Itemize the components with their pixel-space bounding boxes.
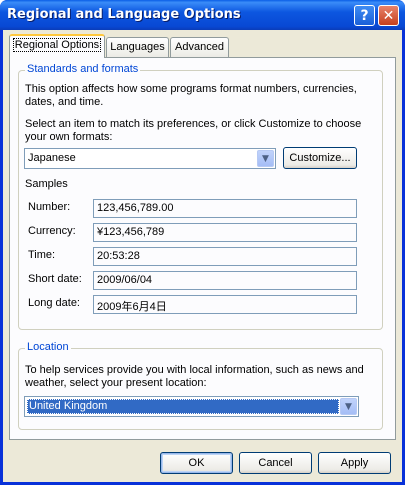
location-select[interactable]: United Kingdom ▼: [24, 396, 359, 417]
chevron-down-icon[interactable]: ▼: [340, 398, 357, 415]
standards-description-line1: This option affects how some programs fo…: [25, 83, 357, 95]
select-instruction-line1: Select an item to match its preferences,…: [25, 118, 362, 130]
dialog-window: Regional and Language Options ? ✕ Region…: [0, 0, 405, 485]
locale-select[interactable]: Japanese ▼: [24, 148, 276, 169]
standards-and-formats-group: Standards and formats This option affect…: [18, 63, 383, 330]
location-description-line1: To help services provide you with local …: [25, 364, 364, 376]
location-select-value: United Kingdom: [29, 400, 108, 412]
location-group: Location To help services provide you wi…: [18, 341, 383, 430]
samples-label: Samples: [25, 178, 68, 190]
apply-button[interactable]: Apply: [318, 452, 391, 474]
standards-legend: Standards and formats: [25, 63, 141, 75]
title-bar[interactable]: Regional and Language Options ? ✕: [0, 0, 405, 30]
close-button[interactable]: ✕: [378, 5, 399, 26]
sample-currency-label: Currency:: [28, 225, 76, 237]
window-title: Regional and Language Options: [7, 7, 241, 22]
standards-description-line2: dates, and time.: [25, 96, 104, 108]
tab-regional-options-label: Regional Options: [12, 38, 102, 52]
location-legend: Location: [25, 341, 71, 353]
tab-languages[interactable]: Languages: [106, 37, 169, 57]
chevron-down-icon[interactable]: ▼: [257, 150, 274, 167]
sample-currency-value: ¥123,456,789: [93, 223, 357, 242]
cancel-button[interactable]: Cancel: [239, 452, 312, 474]
tab-regional-options[interactable]: Regional Options: [9, 34, 105, 58]
sample-long-date-label: Long date:: [28, 297, 80, 309]
sample-number-label: Number:: [28, 201, 71, 213]
select-instruction-line2: your own formats:: [25, 131, 113, 143]
sample-time-label: Time:: [28, 249, 56, 261]
sample-number-value: 123,456,789.00: [93, 199, 357, 218]
tab-panel-regional-options: Standards and formats This option affect…: [9, 57, 396, 440]
sample-time-value: 20:53:28: [93, 247, 357, 266]
sample-short-date-value: 2009/06/04: [93, 271, 357, 290]
customize-button[interactable]: Customize...: [283, 147, 357, 169]
sample-short-date-label: Short date:: [28, 273, 82, 285]
tab-advanced-label: Advanced: [175, 41, 224, 53]
location-description-line2: weather, select your present location:: [25, 377, 207, 389]
tab-languages-label: Languages: [110, 41, 165, 53]
ok-button[interactable]: OK: [160, 452, 233, 474]
sample-long-date-value: 2009年6月4日: [93, 295, 357, 314]
dialog-client-area: Regional Options Languages Advanced Stan…: [3, 30, 402, 482]
tab-advanced[interactable]: Advanced: [170, 37, 229, 57]
help-button[interactable]: ?: [354, 5, 375, 26]
locale-select-value: Japanese: [28, 152, 76, 164]
